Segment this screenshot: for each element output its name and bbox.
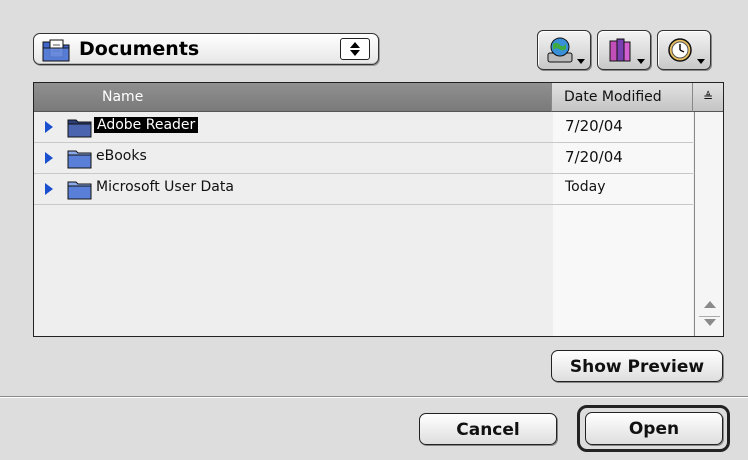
recent-button[interactable] bbox=[657, 30, 711, 70]
favorites-books-icon bbox=[609, 38, 631, 62]
file-list[interactable]: Name Date Modified ≜ Adobe Reader 7/20/0… bbox=[33, 82, 724, 337]
open-button[interactable]: Open bbox=[585, 412, 723, 445]
file-date: 7/20/04 bbox=[565, 148, 623, 166]
column-header-date-modified[interactable]: Date Modified bbox=[552, 83, 693, 112]
vertical-scrollbar[interactable] bbox=[694, 112, 723, 336]
disclosure-triangle-icon[interactable] bbox=[45, 152, 53, 164]
file-name: Microsoft User Data bbox=[96, 179, 234, 195]
folder-icon bbox=[67, 181, 92, 200]
show-preview-button[interactable]: Show Preview bbox=[551, 350, 723, 382]
disclosure-triangle-icon[interactable] bbox=[45, 183, 53, 195]
recent-clock-icon bbox=[668, 38, 692, 62]
column-header-name[interactable]: Name bbox=[34, 83, 552, 112]
cancel-button[interactable]: Cancel bbox=[419, 413, 557, 445]
list-item[interactable]: Microsoft User Data Today bbox=[34, 174, 693, 205]
disclosure-triangle-icon[interactable] bbox=[45, 121, 53, 133]
scroll-up-arrow-icon[interactable] bbox=[704, 301, 716, 308]
list-item[interactable]: Adobe Reader 7/20/04 bbox=[34, 112, 693, 143]
file-date: Today bbox=[565, 179, 606, 195]
dialog-divider bbox=[0, 396, 748, 398]
folder-icon bbox=[67, 150, 92, 169]
scroll-down-arrow-icon[interactable] bbox=[704, 319, 716, 326]
open-file-dialog: Documents Name Date Modified ≜ Adobe Rea… bbox=[0, 0, 748, 460]
document-folder-icon bbox=[42, 39, 70, 62]
file-date: 7/20/04 bbox=[565, 117, 623, 135]
globe-drive-icon bbox=[547, 37, 573, 63]
sort-direction-button[interactable]: ≜ bbox=[693, 83, 723, 112]
folder-location-popup[interactable]: Documents bbox=[33, 33, 379, 65]
popup-arrows-icon bbox=[340, 38, 370, 60]
folder-popup-label: Documents bbox=[79, 38, 200, 60]
shortcuts-button[interactable] bbox=[537, 30, 591, 70]
list-item[interactable]: eBooks 7/20/04 bbox=[34, 143, 693, 174]
file-name: eBooks bbox=[96, 148, 147, 164]
favorites-button[interactable] bbox=[597, 30, 651, 70]
folder-icon bbox=[67, 119, 92, 138]
file-name: Adobe Reader bbox=[94, 117, 199, 133]
